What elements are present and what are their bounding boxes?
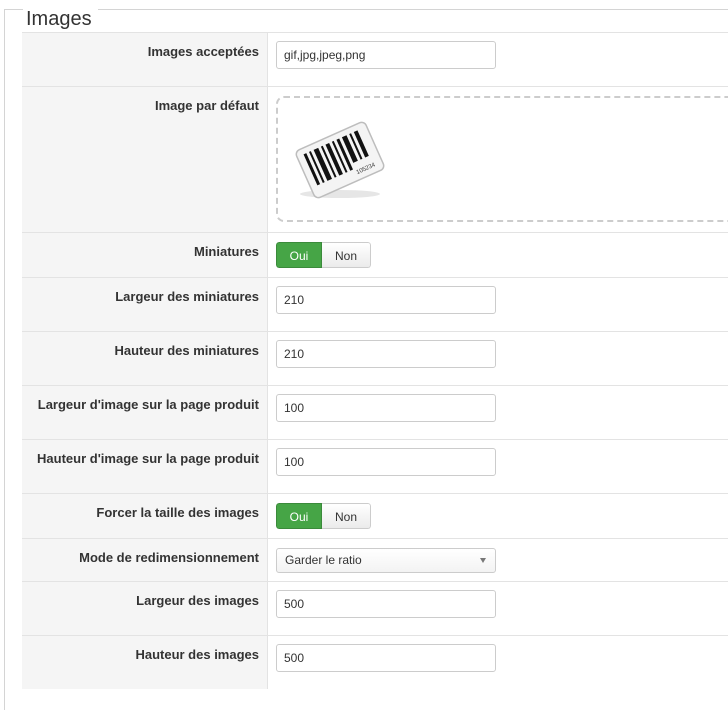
force-size-no-button[interactable]: Non <box>322 503 371 529</box>
thumbnails-yes-button[interactable]: Oui <box>276 242 322 268</box>
row-product-image-height: Hauteur d'image sur la page produit <box>22 440 728 494</box>
thumbnails-no-button[interactable]: Non <box>322 242 371 268</box>
force-size-yes-button[interactable]: Oui <box>276 503 322 529</box>
chevron-down-icon <box>480 558 486 563</box>
resize-mode-label: Mode de redimensionnement <box>79 550 259 565</box>
force-size-label: Forcer la taille des images <box>96 505 259 520</box>
thumbnails-label: Miniatures <box>193 244 259 259</box>
resize-mode-select[interactable]: Garder le ratio <box>276 548 496 573</box>
product-image-height-input[interactable] <box>276 448 496 476</box>
image-height-input[interactable] <box>276 644 496 672</box>
settings-table: Images acceptées Image par défaut <box>22 32 728 689</box>
row-accepted-images: Images acceptées <box>22 33 728 87</box>
row-resize-mode: Mode de redimensionnement Garder le rati… <box>22 539 728 582</box>
thumbnail-width-input[interactable] <box>276 286 496 314</box>
product-image-width-input[interactable] <box>276 394 496 422</box>
thumbnail-width-label: Largeur des miniatures <box>115 289 259 304</box>
force-size-toggle[interactable]: Oui Non <box>276 503 371 529</box>
thumbnail-height-label: Hauteur des miniatures <box>114 343 260 358</box>
accepted-images-input[interactable] <box>276 41 496 69</box>
default-image-label: Image par défaut <box>154 98 259 113</box>
row-image-height: Hauteur des images <box>22 636 728 689</box>
image-width-label: Largeur des images <box>136 593 259 608</box>
resize-mode-value: Garder le ratio <box>285 553 362 567</box>
thumbnails-toggle[interactable]: Oui Non <box>276 242 371 268</box>
image-width-input[interactable] <box>276 590 496 618</box>
product-image-width-label: Largeur d'image sur la page produit <box>37 397 259 412</box>
row-thumbnail-height: Hauteur des miniatures <box>22 332 728 386</box>
row-default-image: Image par défaut 105234 <box>22 87 728 233</box>
row-thumbnail-width: Largeur des miniatures <box>22 278 728 332</box>
barcode-icon: 105234 <box>295 121 385 199</box>
default-image-dropzone[interactable]: 105234 <box>276 96 728 222</box>
row-image-width: Largeur des images <box>22 582 728 636</box>
product-image-height-label: Hauteur d'image sur la page produit <box>37 451 259 466</box>
row-product-image-width: Largeur d'image sur la page produit <box>22 386 728 440</box>
image-height-label: Hauteur des images <box>135 647 259 662</box>
thumbnail-height-input[interactable] <box>276 340 496 368</box>
row-thumbnails: Miniatures Oui Non <box>22 233 728 278</box>
row-force-size: Forcer la taille des images Oui Non <box>22 494 728 539</box>
section-title: Images <box>23 6 98 32</box>
accepted-images-label: Images acceptées <box>147 44 259 59</box>
